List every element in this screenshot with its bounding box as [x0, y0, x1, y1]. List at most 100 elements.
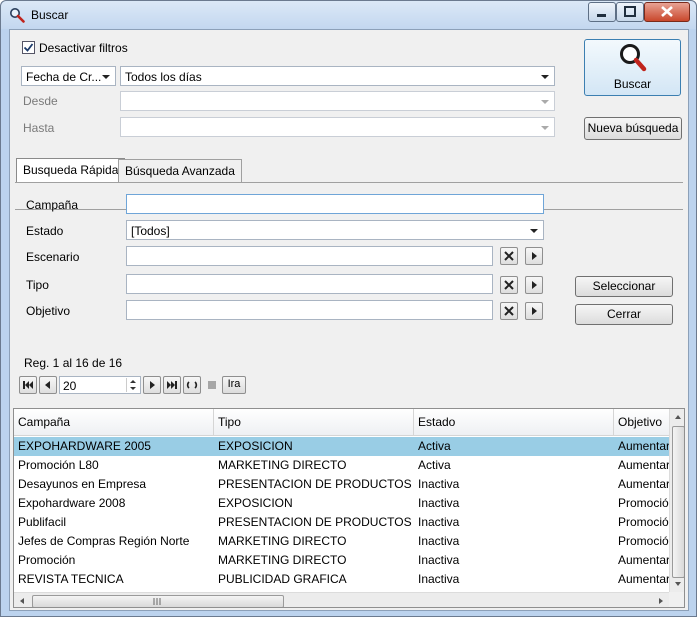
objective-input[interactable] — [126, 300, 493, 320]
stop-icon — [205, 378, 219, 392]
previous-page-button[interactable] — [39, 376, 57, 394]
checkmark-icon — [23, 43, 34, 52]
next-page-button[interactable] — [143, 376, 161, 394]
cell-objective: Aumentar l — [618, 572, 674, 586]
maximize-button[interactable] — [616, 2, 644, 22]
clear-objective-button[interactable] — [500, 302, 518, 320]
column-objective[interactable]: Objetivo — [614, 409, 674, 435]
clear-icon — [504, 280, 514, 290]
last-page-icon — [167, 381, 177, 389]
clear-type-button[interactable] — [500, 276, 518, 294]
cell-campaign: Promoción L80 — [18, 458, 99, 472]
horizontal-scroll-thumb[interactable] — [32, 595, 284, 607]
pager-toolbar: 20 Ira — [19, 376, 249, 396]
browse-scenario-button[interactable] — [525, 247, 543, 265]
scenario-input[interactable] — [126, 246, 493, 266]
from-date-picker[interactable] — [120, 91, 555, 111]
refresh-icon — [186, 381, 198, 389]
table-row[interactable]: Expohardware 2008 EXPOSICION Inactiva Promo… — [14, 494, 674, 513]
browse-objective-button[interactable] — [525, 302, 543, 320]
scroll-right-icon[interactable] — [653, 593, 669, 608]
table-row[interactable]: Jefes de Compras Región Norte MARKETING D… — [14, 532, 674, 551]
tab-advanced-search[interactable]: Búsqueda Avanzada — [118, 159, 242, 183]
cell-type: PRESENTACION DE PRODUCTOS — [218, 515, 412, 529]
table-row[interactable]: REVISTA TECNICA PUBLICIDAD GRAFICA Inactiv… — [14, 570, 674, 589]
cell-campaign: EXPOHARDWARE 2005 — [18, 439, 151, 453]
results-grid[interactable]: Campaña Tipo Estado Objetivo EXPOHARDWAR… — [13, 408, 685, 608]
objective-label: Objetivo — [26, 304, 71, 318]
magnifier-icon — [619, 44, 646, 72]
close-button[interactable]: Cerrar — [575, 304, 673, 325]
window-client: Desactivar filtros Fecha de Cr... Todos … — [9, 29, 689, 611]
select-button[interactable]: Seleccionar — [575, 276, 673, 297]
title-bar[interactable]: Buscar — [1, 1, 696, 29]
cell-type: MARKETING DIRECTO — [218, 553, 347, 567]
tab-quick-search[interactable]: Busqueda Rápida — [16, 158, 126, 183]
cell-state: Inactiva — [418, 477, 460, 491]
disable-filters-checkbox[interactable] — [22, 41, 35, 54]
to-label: Hasta — [23, 121, 55, 135]
cell-objective: Promoción — [618, 515, 674, 529]
window-title: Buscar — [31, 8, 69, 22]
date-range-select[interactable]: Todos los días — [120, 66, 555, 86]
horizontal-scrollbar[interactable] — [14, 592, 669, 608]
maximize-icon — [624, 6, 636, 17]
play-icon — [532, 252, 537, 260]
date-field-select[interactable]: Fecha de Cr... — [21, 66, 116, 86]
table-row[interactable]: Publifacil PRESENTACION DE PRODUCTOS Inact… — [14, 513, 674, 532]
last-page-button[interactable] — [163, 376, 181, 394]
type-input[interactable] — [126, 274, 493, 294]
cell-campaign: REVISTA TECNICA — [18, 572, 124, 586]
cell-state: Inactiva — [418, 553, 460, 567]
minimize-button[interactable] — [588, 2, 616, 22]
new-search-button[interactable]: Nueva búsqueda — [584, 117, 682, 140]
cell-type: MARKETING DIRECTO — [218, 534, 347, 548]
scroll-down-icon[interactable] — [670, 576, 685, 592]
column-type[interactable]: Tipo — [214, 409, 414, 435]
refresh-button[interactable] — [183, 376, 201, 394]
table-row[interactable]: Promoción L80 MARKETING DIRECTO Activa Aume… — [14, 456, 674, 475]
grip-icon — [153, 598, 161, 605]
goto-page-button[interactable]: Ira — [222, 376, 246, 394]
minimize-icon — [597, 14, 606, 17]
search-button[interactable]: Buscar — [584, 39, 681, 96]
cell-type: EXPOSICION — [218, 496, 293, 510]
table-row[interactable]: EXPOHARDWARE 2005 EXPOSICION Activa Aumenta… — [14, 437, 674, 456]
grid-header: Campaña Tipo Estado Objetivo — [14, 409, 674, 436]
vertical-scrollbar[interactable] — [669, 409, 685, 592]
vertical-scroll-thumb[interactable] — [672, 426, 684, 578]
column-state[interactable]: Estado — [414, 409, 614, 435]
cell-campaign: Promoción — [18, 553, 76, 567]
chevron-down-icon — [541, 100, 549, 104]
cell-state: Activa — [418, 439, 451, 453]
date-field-value: Fecha de Cr... — [26, 70, 102, 84]
scroll-corner — [669, 592, 684, 607]
first-page-button[interactable] — [19, 376, 37, 394]
close-window-button[interactable] — [644, 2, 690, 22]
cell-campaign: Jefes de Compras Región Norte — [18, 534, 190, 548]
cell-campaign: Publifacil — [18, 515, 67, 529]
table-row[interactable]: Promoción MARKETING DIRECTO Inactiva Aument… — [14, 551, 674, 570]
campaign-label: Campaña — [26, 198, 79, 212]
scenario-label: Escenario — [26, 250, 80, 264]
scroll-left-icon[interactable] — [14, 593, 30, 608]
clear-scenario-button[interactable] — [500, 247, 518, 265]
to-date-picker[interactable] — [120, 117, 555, 137]
state-select[interactable]: [Todos] — [126, 220, 544, 240]
cell-state: Inactiva — [418, 572, 460, 586]
table-row[interactable]: Desayunos en Empresa PRESENTACION DE PROD… — [14, 475, 674, 494]
cell-objective: Aumentar l — [618, 477, 674, 491]
browse-type-button[interactable] — [525, 276, 543, 294]
cell-objective: Promoción — [618, 534, 674, 548]
cell-objective: Promoción — [618, 496, 674, 510]
page-size-stepper[interactable]: 20 — [59, 376, 141, 394]
cell-state: Inactiva — [418, 534, 460, 548]
column-campaign[interactable]: Campaña — [14, 409, 214, 435]
scroll-up-icon[interactable] — [670, 409, 685, 425]
first-page-icon — [23, 381, 33, 389]
cell-campaign: Expohardware 2008 — [18, 496, 126, 510]
campaign-input[interactable] — [126, 194, 544, 214]
search-window: Buscar Desactivar filtros Fecha de Cr...… — [0, 0, 697, 617]
stepper-arrows[interactable] — [126, 378, 139, 392]
chevron-down-icon — [530, 229, 538, 233]
